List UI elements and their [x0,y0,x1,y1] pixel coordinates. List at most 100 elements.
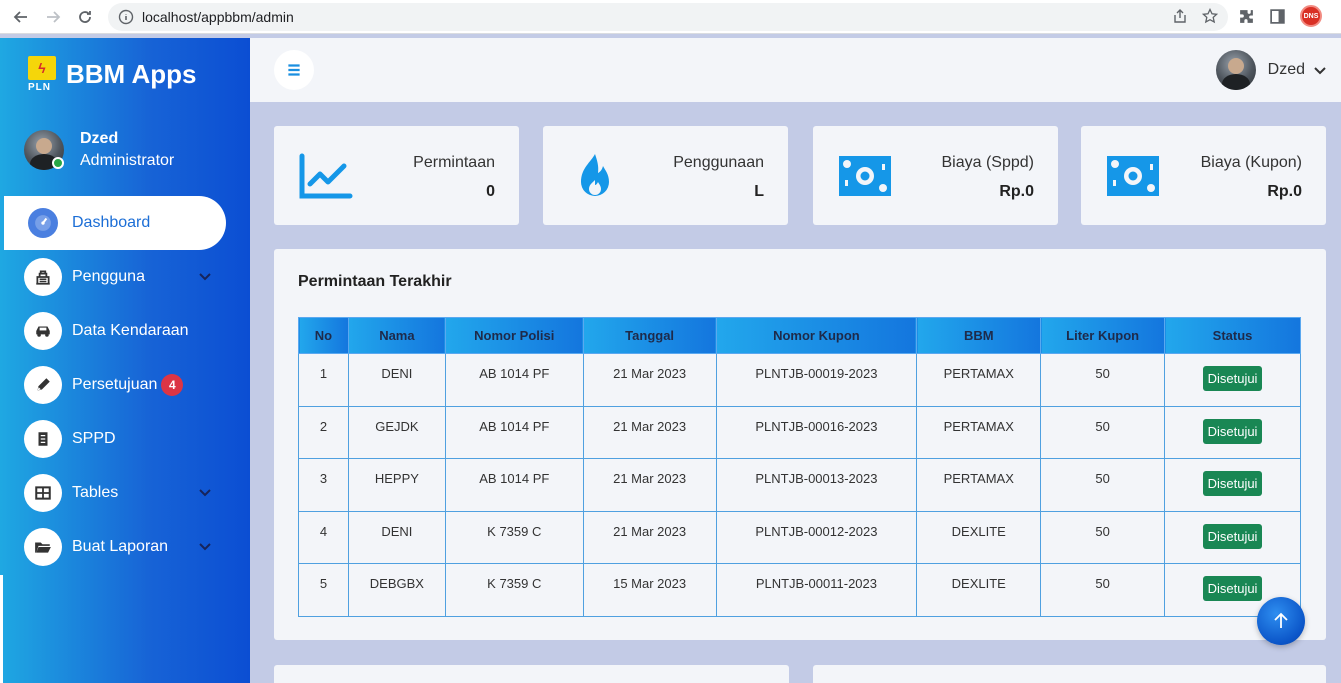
cell-no: 1 [298,353,349,407]
star-icon[interactable] [1202,8,1218,24]
sidebar-item-sppd[interactable]: SPPD [0,412,250,466]
cell-nomor-polisi: AB 1014 PF [444,405,584,459]
address-bar[interactable]: localhost/appbbm/admin [108,3,1228,31]
status-badge[interactable]: Disetujui [1202,366,1263,391]
column-header[interactable]: Liter Kupon [1040,317,1166,354]
chart-line-icon [299,153,353,199]
column-header[interactable]: Nomor Polisi [444,317,584,354]
cell-liter-kupon: 50 [1040,458,1166,512]
table-row: 1 DENI AB 1014 PF 21 Mar 2023 PLNTJB-000… [298,353,1301,407]
extensions-icon[interactable] [1238,8,1255,25]
cell-tanggal: 15 Mar 2023 [582,563,717,617]
status-badge[interactable]: Disetujui [1202,418,1263,444]
cell-no: 3 [298,458,349,512]
back-button[interactable] [10,6,32,28]
sidebar-user-name: Dzed [80,130,119,147]
sidebar-item-data-kendaraan[interactable]: Data Kendaraan [0,304,250,358]
status-badge[interactable]: Disetujui [1202,471,1263,496]
user-menu[interactable]: Dzed [1215,50,1327,90]
status-badge[interactable]: Disetujui [1202,523,1263,549]
sidebar-item-persetujuan[interactable]: Persetujuan 4 [0,358,250,412]
sidebar-item-label: Data Kendaraan [72,322,189,339]
cell-nama: DEBGBX [347,563,446,617]
cell-tanggal: 21 Mar 2023 [582,510,717,564]
stat-card-penggunaan: Penggunaan L [543,126,788,225]
sidebar-item-tables[interactable]: Tables [0,466,250,520]
chevron-down-icon [199,543,211,551]
cell-tanggal: 21 Mar 2023 [582,405,717,459]
arrow-up-icon [1274,612,1288,628]
forward-button[interactable] [42,6,64,28]
status-badge[interactable]: Disetujui [1202,576,1263,601]
stat-card-permintaan: Permintaan 0 [274,126,519,225]
table-row: 5 DEBGBX K 7359 C 15 Mar 2023 PLNTJB-000… [298,563,1301,617]
stat-value: L [754,183,764,200]
arrow-left-icon [13,10,27,23]
header-user-name: Dzed [1267,61,1305,78]
fire-icon [581,154,609,196]
cell-liter-kupon: 50 [1040,510,1166,564]
cell-status: Disetujui [1164,458,1301,512]
sidebar-item-dashboard[interactable]: Dashboard [4,196,226,250]
sidebar-item-buat-laporan[interactable]: Buat Laporan [0,520,250,574]
stat-label: Biaya (Sppd) [941,154,1035,171]
cell-bbm: PERTAMAX [916,458,1042,512]
cell-liter-kupon: 50 [1040,405,1166,459]
dns-extension-icon[interactable]: DNS [1300,5,1322,27]
dashboard-icon [28,208,58,238]
avatar [1215,50,1256,90]
sidebar-item-label: Buat Laporan [72,538,169,555]
sidebar: ϟ PLN BBM Apps Dzed Administrator Dashbo… [0,38,250,683]
cell-bbm: PERTAMAX [916,405,1042,459]
table-icon [24,474,62,512]
column-header[interactable]: Nomor Kupon [715,317,918,354]
table-row: 4 DENI K 7359 C 21 Mar 2023 PLNTJB-00012… [298,510,1301,564]
table-row: 3 HEPPY AB 1014 PF 21 Mar 2023 PLNTJB-00… [298,458,1301,512]
sidebar-item-label: Tables [72,484,119,501]
stat-value: Rp.0 [999,183,1034,200]
sidebar-user[interactable]: Dzed Administrator [24,130,174,170]
table-header-row: No Nama Nomor Polisi Tanggal Nomor Kupon… [298,317,1301,354]
cell-bbm: DEXLITE [916,510,1042,564]
cell-bbm: DEXLITE [916,563,1042,617]
sidebar-item-pengguna[interactable]: Pengguna [0,250,250,304]
car-icon [24,312,62,350]
cell-nomor-kupon: PLNTJB-00016-2023 [715,405,918,459]
card-title: Permintaan Terakhir [298,273,452,290]
info-icon [118,9,134,25]
cell-tanggal: 21 Mar 2023 [582,353,717,407]
column-header[interactable]: Nama [347,317,446,354]
notification-badge: 4 [161,374,184,396]
cell-bbm: PERTAMAX [916,353,1042,407]
cell-nama: DENI [347,353,446,407]
column-header[interactable]: Status [1164,317,1301,354]
money-bill-icon [1107,156,1159,196]
cell-nomor-kupon: PLNTJB-00012-2023 [715,510,918,564]
brand[interactable]: ϟ PLN BBM Apps [28,56,196,96]
document-icon [24,420,62,458]
url-text: localhost/appbbm/admin [142,9,294,25]
cell-liter-kupon: 50 [1040,563,1166,617]
recent-requests-card: Permintaan Terakhir No Nama Nomor Polisi… [274,249,1326,640]
cell-no: 2 [298,405,349,459]
sidebar-toggle-button[interactable] [274,50,314,90]
chevron-down-icon [1314,67,1326,75]
stat-label: Permintaan [413,154,495,171]
hamburger-icon [288,64,300,76]
side-panel-icon[interactable] [1269,8,1286,25]
cell-no: 4 [298,510,349,564]
share-icon[interactable] [1172,8,1188,24]
chevron-down-icon [199,273,211,281]
stat-value: 0 [486,183,495,200]
reload-button[interactable] [74,6,96,28]
column-header[interactable]: No [298,317,349,354]
cell-nomor-polisi: K 7359 C [444,510,584,564]
column-header[interactable]: Tanggal [582,317,717,354]
reload-icon [79,10,91,23]
table-row: 2 GEJDK AB 1014 PF 21 Mar 2023 PLNTJB-00… [298,405,1301,459]
column-header[interactable]: BBM [916,317,1042,354]
bottom-card-left [274,665,789,683]
scroll-to-top-button[interactable] [1257,597,1305,645]
bottom-card-right [813,665,1326,683]
users-icon [24,258,62,296]
